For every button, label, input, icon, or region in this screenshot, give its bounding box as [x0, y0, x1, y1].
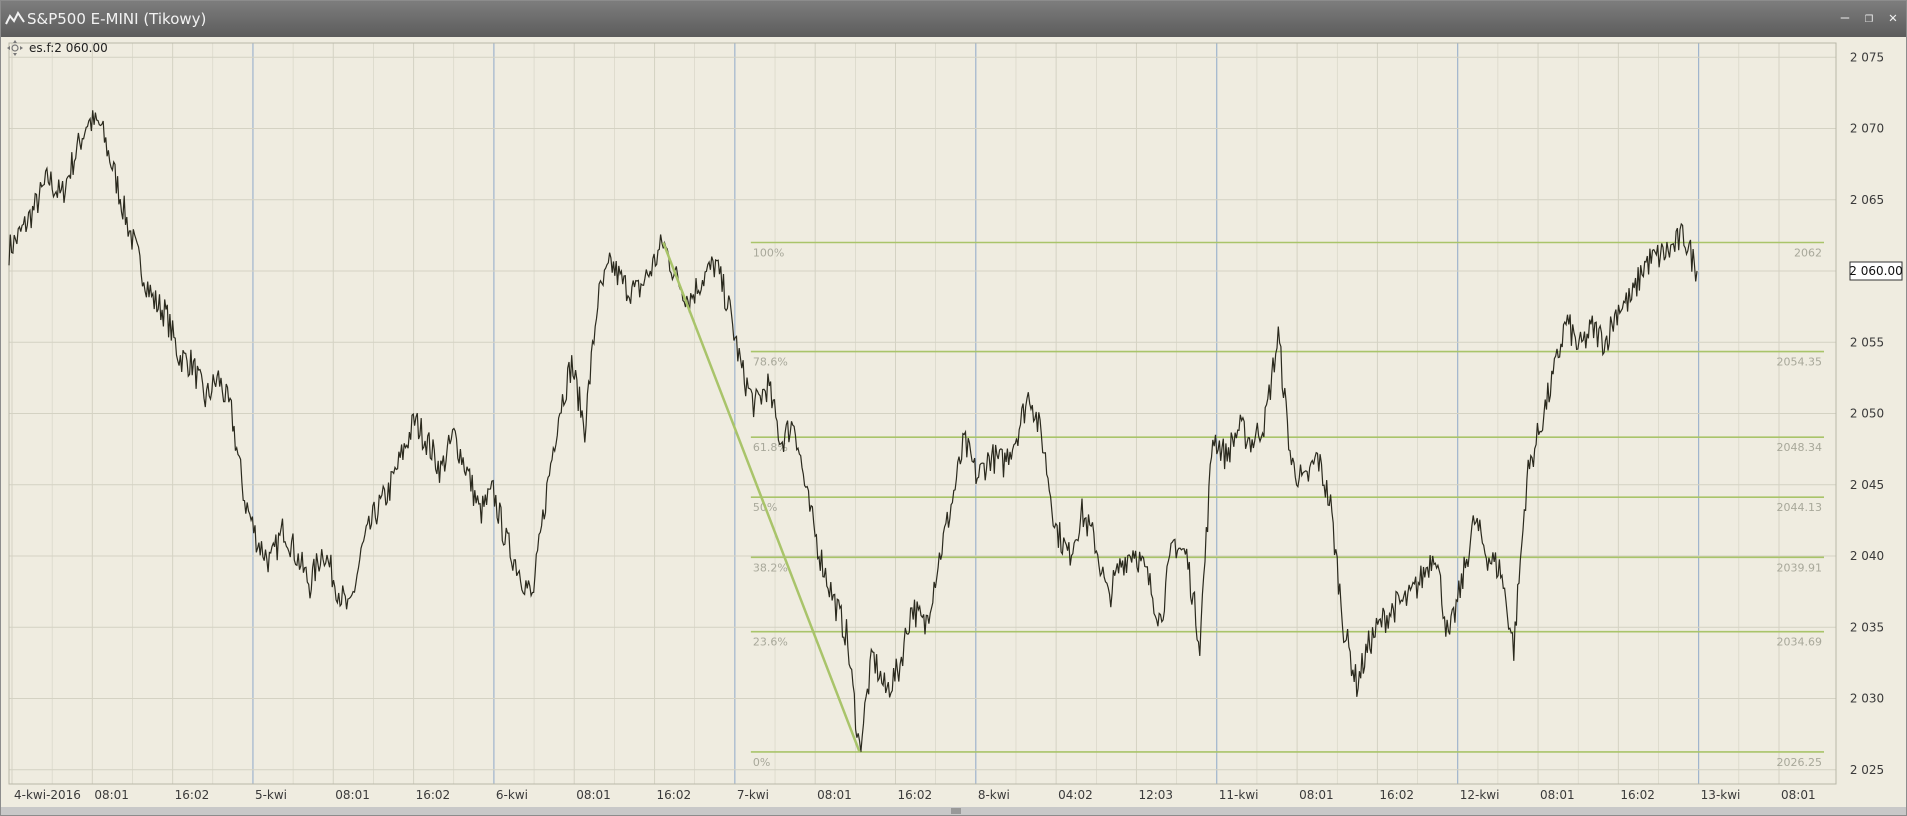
x-tick-label: 08:01	[1781, 788, 1816, 802]
fib-price-label: 2054.35	[1777, 356, 1823, 369]
chart-background	[1, 37, 1906, 807]
y-tick-label: 2 070	[1850, 122, 1884, 136]
price-chart[interactable]: 2 025 2 030 2 035 2 040 2 045 2 050 2 055 2 060…	[1, 37, 1906, 807]
current-price-label: 2 060.00	[1849, 264, 1902, 278]
move-icon[interactable]	[7, 40, 23, 56]
x-tick-label: 16:02	[898, 788, 933, 802]
x-tick-label: 5-kwi	[255, 788, 287, 802]
y-tick-label: 2 040	[1850, 549, 1884, 563]
x-tick-label: 16:02	[175, 788, 210, 802]
window-controls: – ❐ ✕	[1836, 9, 1902, 27]
minimize-button[interactable]: –	[1836, 9, 1854, 27]
x-tick-label: 11-kwi	[1219, 788, 1259, 802]
y-tick-label: 2 025	[1850, 763, 1884, 777]
series-legend-label: es.f:2 060.00	[29, 41, 108, 55]
fib-pct-label: 23.6%	[753, 636, 788, 649]
chart-app-icon	[5, 11, 25, 25]
y-tick-label: 2 045	[1850, 478, 1884, 492]
x-tick-label: 04:02	[1058, 788, 1093, 802]
x-tick-label: 13-kwi	[1701, 788, 1741, 802]
x-tick-label: 08:01	[335, 788, 370, 802]
y-tick-label: 2 050	[1850, 407, 1884, 421]
x-tick-label: 08:01	[94, 788, 129, 802]
fib-pct-label: 38.2%	[753, 561, 788, 574]
scrollbar-thumb[interactable]	[951, 808, 961, 814]
x-tick-label: 12:03	[1138, 788, 1173, 802]
chart-window: S&P500 E-MINI (Tikowy) – ❐ ✕ 2 025 2 030 2…	[0, 0, 1907, 816]
fib-price-label: 2048.34	[1777, 441, 1823, 454]
x-tick-label: 08:01	[817, 788, 852, 802]
restore-button[interactable]: ❐	[1860, 9, 1878, 27]
x-tick-label: 16:02	[1620, 788, 1655, 802]
y-tick-label: 2 065	[1850, 193, 1884, 207]
x-tick-label: 6-kwi	[496, 788, 528, 802]
fib-price-label: 2026.25	[1777, 756, 1823, 769]
fib-price-label: 2039.91	[1777, 561, 1823, 574]
close-button[interactable]: ✕	[1884, 9, 1902, 27]
x-tick-label: 7-kwi	[737, 788, 769, 802]
x-tick-label: 16:02	[416, 788, 451, 802]
horizontal-scrollbar[interactable]	[1, 807, 1906, 815]
x-tick-label: 16:02	[1379, 788, 1414, 802]
x-tick-label: 8-kwi	[978, 788, 1010, 802]
fib-price-label: 2044.13	[1777, 501, 1823, 514]
title-bar[interactable]: S&P500 E-MINI (Tikowy) – ❐ ✕	[1, 1, 1906, 37]
x-tick-label: 08:01	[1540, 788, 1575, 802]
x-tick-label: 08:01	[1299, 788, 1334, 802]
series-legend: es.f:2 060.00	[7, 39, 108, 57]
y-tick-label: 2 075	[1850, 50, 1884, 64]
fib-pct-label: 0%	[753, 756, 770, 769]
y-tick-label: 2 055	[1850, 335, 1884, 349]
fib-pct-label: 78.6%	[753, 356, 788, 369]
y-tick-label: 2 030	[1850, 692, 1884, 706]
fib-price-label: 2034.69	[1777, 636, 1823, 649]
x-tick-label: 4-kwi-2016	[14, 788, 81, 802]
fib-pct-label: 100%	[753, 247, 784, 260]
window-title: S&P500 E-MINI (Tikowy)	[27, 10, 207, 28]
y-tick-label: 2 035	[1850, 620, 1884, 634]
fib-price-label: 2062	[1794, 247, 1822, 260]
x-tick-label: 08:01	[576, 788, 611, 802]
x-tick-label: 12-kwi	[1460, 788, 1500, 802]
x-tick-label: 16:02	[657, 788, 692, 802]
